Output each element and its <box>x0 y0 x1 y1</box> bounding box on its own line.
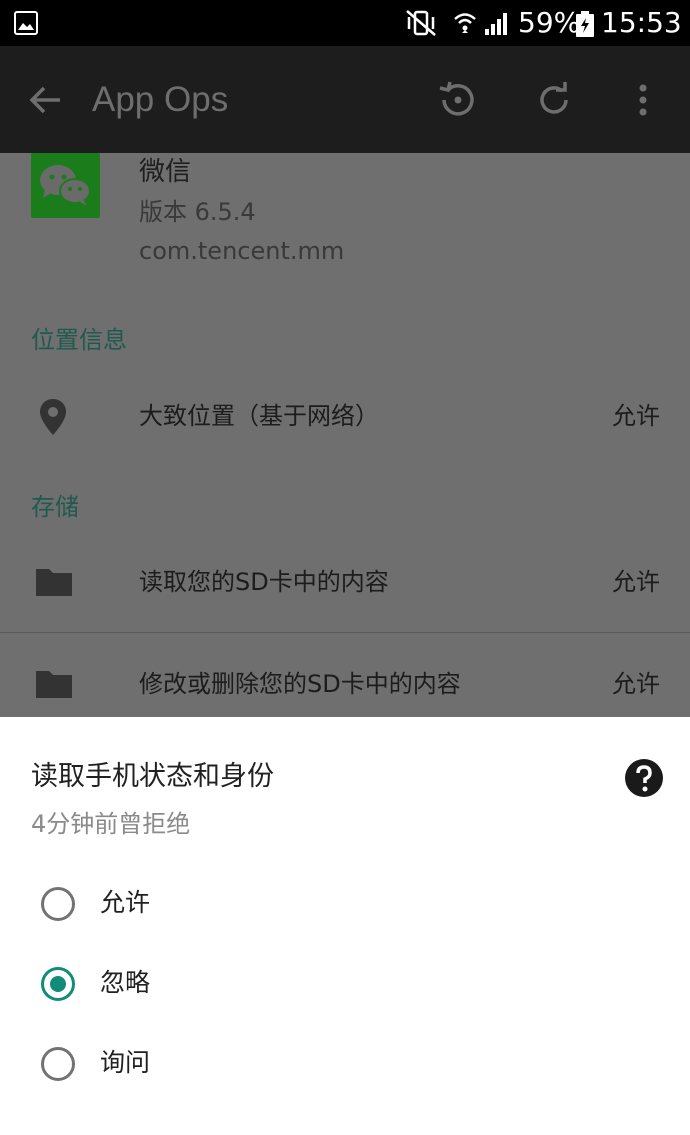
more-vert-icon[interactable] <box>628 78 658 122</box>
folder-icon <box>36 671 72 698</box>
battery-percent: 59% <box>518 6 581 39</box>
option-ignore[interactable]: 忽略 <box>41 967 441 1007</box>
refresh-icon[interactable] <box>532 78 576 122</box>
folder-icon <box>36 569 72 596</box>
wechat-icon <box>31 153 100 218</box>
sheet-subtitle: 4分钟前曾拒绝 <box>31 810 191 838</box>
reset-history-icon[interactable] <box>436 78 480 122</box>
radio-button[interactable] <box>41 887 75 921</box>
permission-value: 允许 <box>612 568 660 596</box>
vibrate-icon <box>406 10 436 36</box>
help-icon[interactable] <box>624 758 664 798</box>
section-header-location: 位置信息 <box>31 326 127 354</box>
divider <box>0 632 690 633</box>
signal-icon <box>485 13 507 35</box>
permission-label: 读取您的SD卡中的内容 <box>139 568 389 596</box>
permission-label: 大致位置（基于网络） <box>139 402 379 430</box>
app-version: 版本 6.5.4 <box>139 198 256 226</box>
option-label: 允许 <box>100 888 151 917</box>
option-allow[interactable]: 允许 <box>41 887 441 927</box>
option-label: 询问 <box>100 1048 151 1077</box>
section-header-storage: 存储 <box>31 493 79 521</box>
gallery-icon <box>14 11 38 35</box>
wifi-icon <box>454 13 476 33</box>
app-name: 微信 <box>139 157 192 187</box>
permission-value: 允许 <box>612 670 660 698</box>
sheet-title: 读取手机状态和身份 <box>31 761 274 792</box>
status-bar: 59% 15:53 <box>0 0 690 46</box>
app-package: com.tencent.mm <box>139 237 345 265</box>
status-icons <box>406 10 507 36</box>
clock: 15:53 <box>601 6 682 39</box>
option-ask[interactable]: 询问 <box>41 1047 441 1087</box>
page-title: App Ops <box>92 80 229 119</box>
option-label: 忽略 <box>100 968 151 997</box>
radio-button-selected[interactable] <box>41 967 75 1001</box>
location-pin-icon <box>40 399 66 435</box>
permission-mode-sheet: 读取手机状态和身份 4分钟前曾拒绝 允许 忽略 询问 <box>0 717 690 1135</box>
permission-label: 修改或删除您的SD卡中的内容 <box>139 670 461 698</box>
app-bar: App Ops <box>0 46 690 153</box>
battery-charging-icon <box>576 11 594 37</box>
back-arrow-icon[interactable] <box>26 80 66 120</box>
radio-button[interactable] <box>41 1047 75 1081</box>
permission-value: 允许 <box>612 402 660 430</box>
app-ops-detail: 微信 版本 6.5.4 com.tencent.mm 位置信息 大致位置（基于网… <box>0 153 690 717</box>
